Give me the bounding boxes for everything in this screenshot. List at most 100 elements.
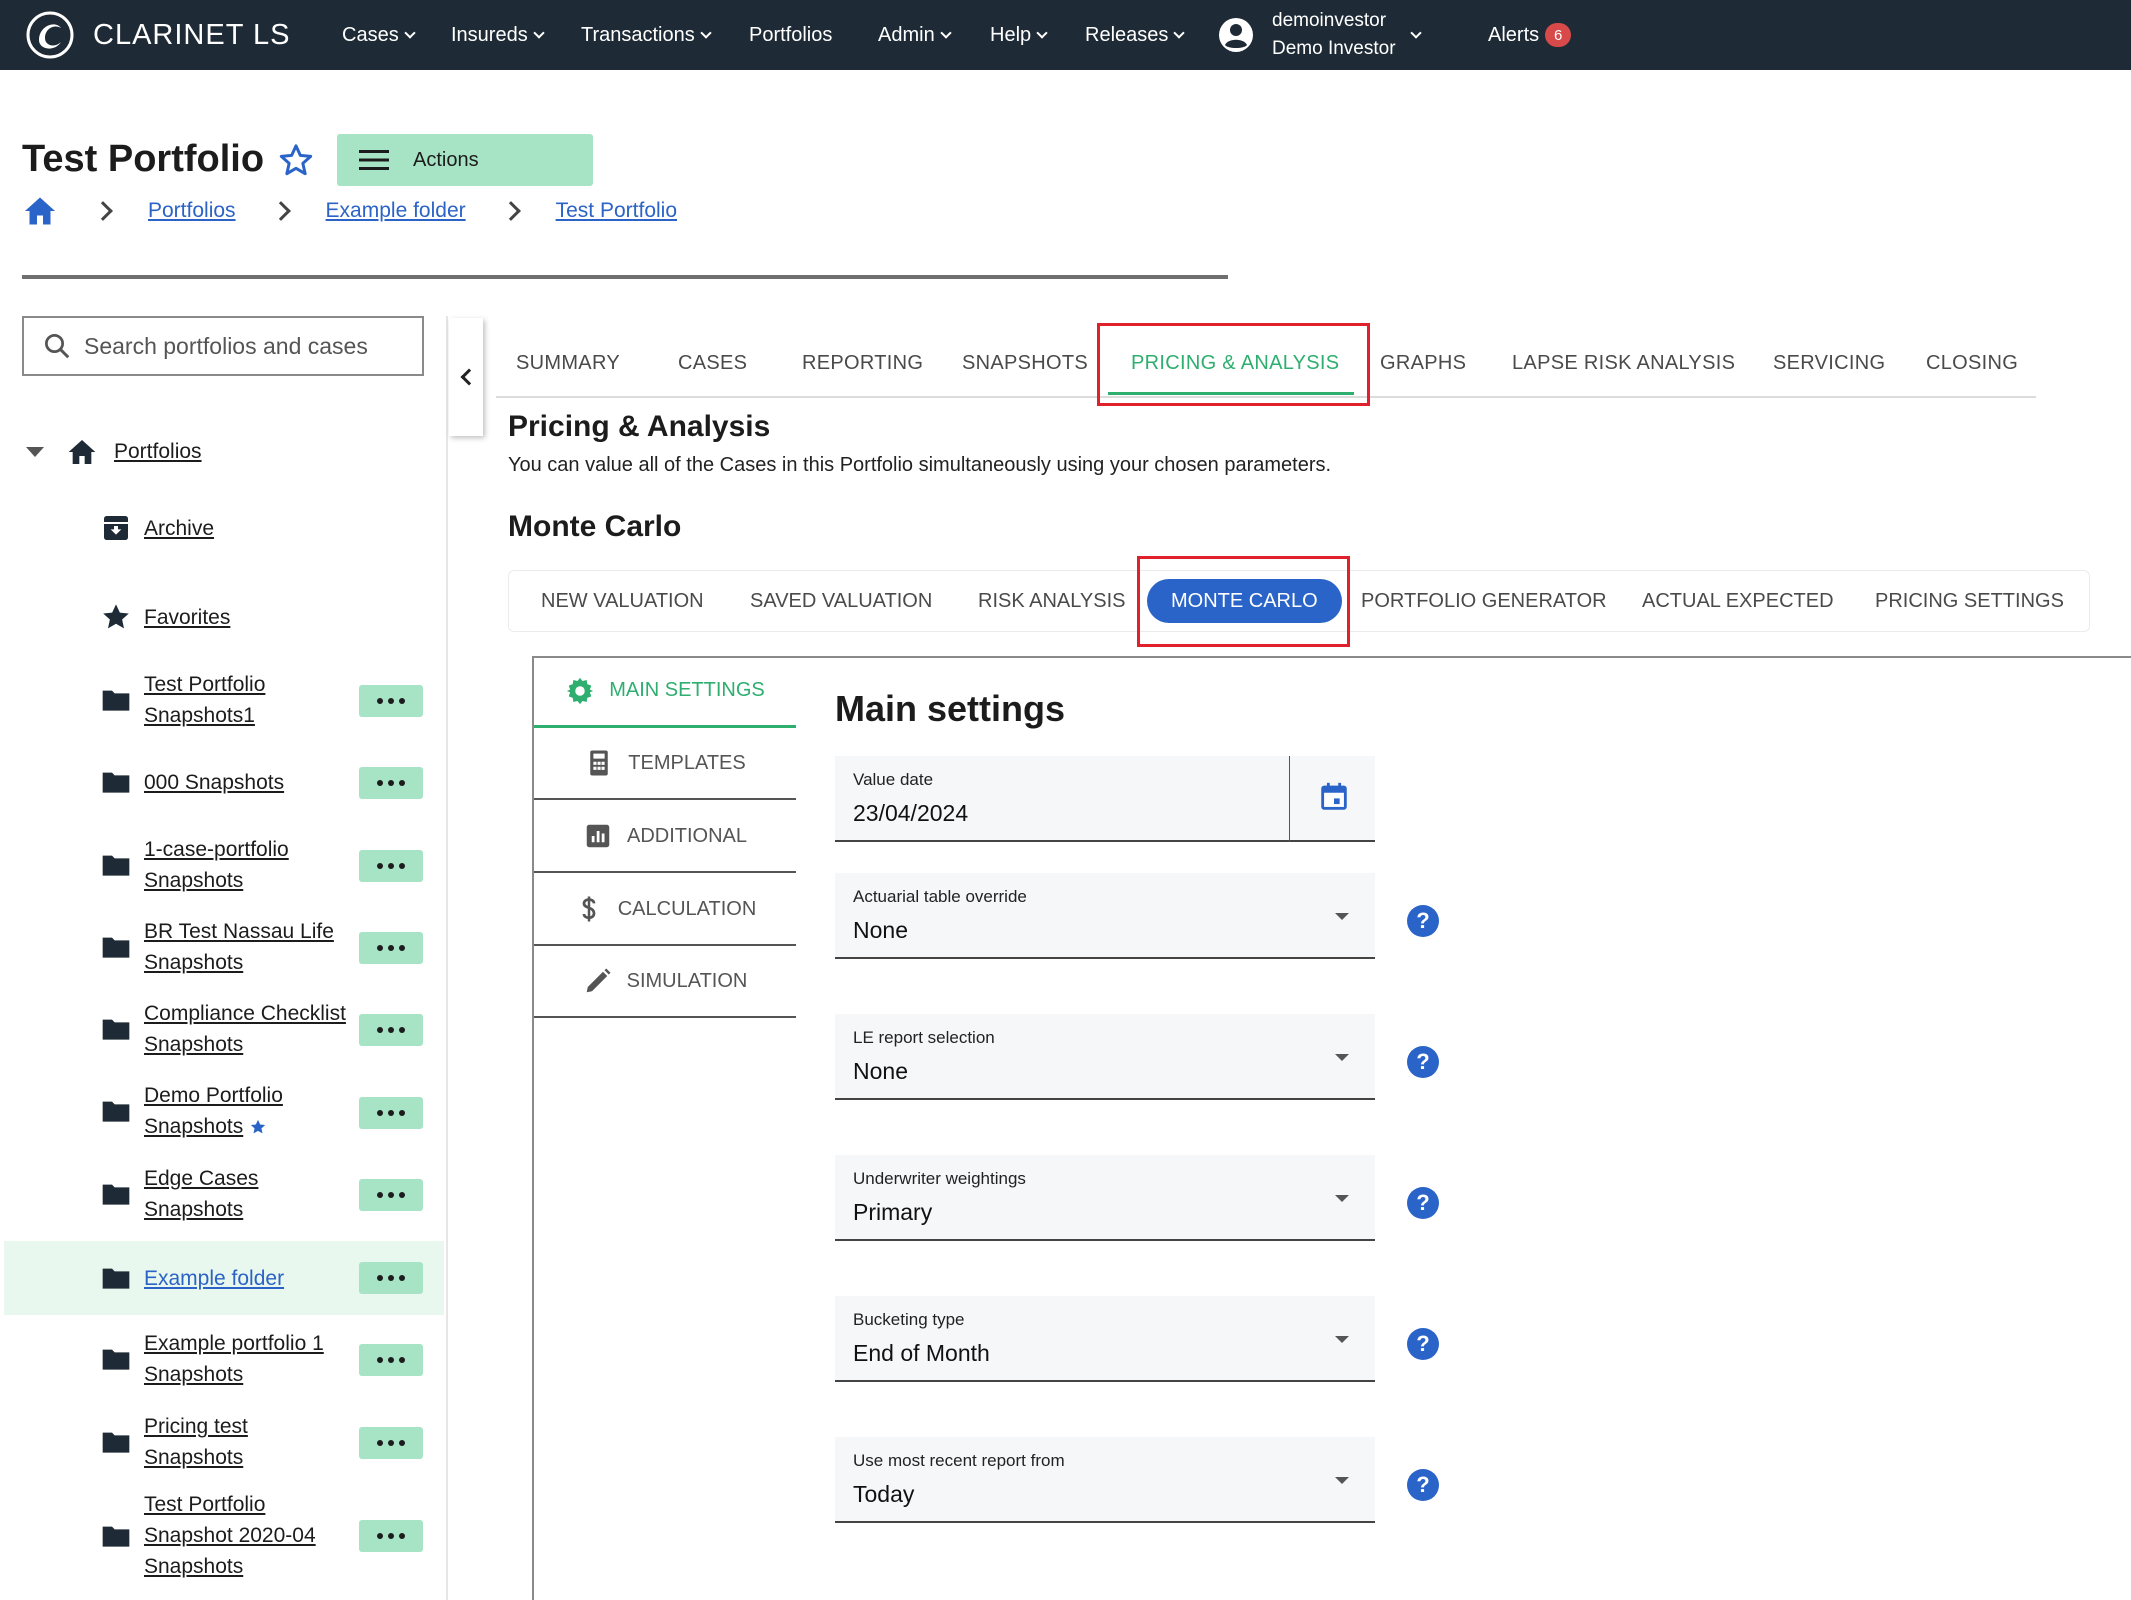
- tree-folder[interactable]: BR Test Nassau Life Snapshots: [100, 916, 334, 978]
- value-date-field[interactable]: Value date 23/04/2024: [835, 756, 1375, 842]
- folder-more-button[interactable]: [359, 1097, 423, 1129]
- subtab-saved-valuation[interactable]: SAVED VALUATION: [750, 571, 932, 631]
- folder-more-button[interactable]: [359, 767, 423, 799]
- chevron-down-icon: [700, 26, 712, 39]
- chevron-down-icon: [1409, 26, 1422, 39]
- folder-more-button[interactable]: [359, 1520, 423, 1552]
- calendar-icon[interactable]: [1317, 780, 1351, 814]
- search-input[interactable]: [84, 332, 414, 360]
- brand[interactable]: CLARINET LS: [25, 10, 290, 60]
- vtab-simulation[interactable]: SIMULATION: [534, 946, 796, 1018]
- section-description: You can value all of the Cases in this P…: [508, 454, 1332, 476]
- subtab-portfolio-generator[interactable]: PORTFOLIO GENERATOR: [1361, 571, 1607, 631]
- tab-closing[interactable]: CLOSING: [1926, 330, 2018, 396]
- nav-transactions[interactable]: Transactions: [581, 0, 712, 70]
- nav-insureds[interactable]: Insureds: [451, 0, 545, 70]
- expand-triangle-icon: [26, 447, 44, 457]
- folder-more-button[interactable]: [359, 1179, 423, 1211]
- folder-more-button[interactable]: [359, 932, 423, 964]
- folder-icon: [102, 1268, 130, 1289]
- help-icon[interactable]: ?: [1407, 1187, 1439, 1219]
- folder-line: Test Portfolio: [144, 673, 266, 696]
- dropdown-arrow-icon: [1335, 1054, 1349, 1061]
- vtab-calculation[interactable]: CALCULATION: [534, 874, 796, 946]
- le-report-selection-select[interactable]: LE report selection None: [835, 1014, 1375, 1100]
- nav-help[interactable]: Help: [990, 0, 1048, 70]
- highlight-box-monte-carlo: [1137, 556, 1350, 647]
- tree-folder[interactable]: 1-case-portfolio Snapshots: [100, 834, 289, 896]
- tree-folder[interactable]: 000 Snapshots: [100, 766, 284, 798]
- user-info: demoinvestor Demo Investor: [1272, 7, 1396, 63]
- folder-line: 1-case-portfolio: [144, 838, 289, 861]
- user-menu[interactable]: demoinvestor Demo Investor: [1218, 5, 1422, 65]
- tab-cases[interactable]: CASES: [678, 330, 747, 396]
- page-title: Test Portfolio: [22, 138, 265, 180]
- tab-servicing[interactable]: SERVICING: [1773, 330, 1885, 396]
- nav-cases[interactable]: Cases: [342, 0, 416, 70]
- tab-graphs[interactable]: GRAPHS: [1380, 330, 1466, 396]
- subtab-risk-analysis[interactable]: RISK ANALYSIS: [978, 571, 1125, 631]
- tree-folder[interactable]: Test Portfolio Snapshots1: [100, 669, 265, 731]
- tree-folder[interactable]: Compliance Checklist Snapshots: [100, 998, 346, 1060]
- field-value: None: [853, 1058, 908, 1084]
- sidebar-divider: [446, 316, 448, 1600]
- folder-more-button[interactable]: [359, 1427, 423, 1459]
- use-most-recent-report-select[interactable]: Use most recent report from Today: [835, 1437, 1375, 1523]
- tree-item-favorites[interactable]: Favorites: [100, 601, 230, 633]
- star-outline-icon[interactable]: [276, 140, 316, 180]
- vtab-additional[interactable]: ADDITIONAL: [534, 801, 796, 873]
- folder-line: Snapshot 2020-04: [144, 1524, 316, 1547]
- folder-more-button[interactable]: [359, 1262, 423, 1294]
- tree-folder[interactable]: Example portfolio 1 Snapshots: [100, 1328, 324, 1390]
- actions-button[interactable]: Actions: [337, 134, 593, 186]
- tab-summary[interactable]: SUMMARY: [516, 330, 620, 396]
- folder-more-button[interactable]: [359, 1014, 423, 1046]
- chevron-down-icon: [404, 26, 416, 39]
- actuarial-table-override-select[interactable]: Actuarial table override None: [835, 873, 1375, 959]
- tab-reporting[interactable]: REPORTING: [802, 330, 923, 396]
- nav-portfolios[interactable]: Portfolios: [749, 0, 832, 70]
- folder-icon: [102, 772, 130, 793]
- underwriter-weightings-select[interactable]: Underwriter weightings Primary: [835, 1155, 1375, 1241]
- tree-folder[interactable]: Demo Portfolio Snapshots: [100, 1080, 283, 1142]
- vtab-main-settings[interactable]: MAIN SETTINGS: [534, 656, 796, 728]
- help-icon[interactable]: ?: [1407, 1046, 1439, 1078]
- home-icon[interactable]: [22, 193, 58, 229]
- help-icon[interactable]: ?: [1407, 905, 1439, 937]
- collapse-sidebar-button[interactable]: [449, 318, 483, 436]
- tree-folder[interactable]: Pricing test Snapshots: [100, 1411, 248, 1473]
- breadcrumb-test-portfolio[interactable]: Test Portfolio: [556, 199, 677, 223]
- tree-folder[interactable]: Test Portfolio Snapshot 2020-04 Snapshots: [100, 1489, 316, 1582]
- tree-folder[interactable]: Edge Cases Snapshots: [100, 1163, 258, 1225]
- nav-admin[interactable]: Admin: [878, 0, 952, 70]
- tab-lapse-risk-analysis[interactable]: LAPSE RISK ANALYSIS: [1512, 330, 1735, 396]
- alerts-link[interactable]: Alerts 6: [1488, 0, 1572, 70]
- folder-line: Snapshots: [144, 1198, 244, 1221]
- help-icon[interactable]: ?: [1407, 1469, 1439, 1501]
- breadcrumb-example-folder[interactable]: Example folder: [326, 199, 466, 223]
- folder-line: Demo Portfolio: [144, 1084, 283, 1107]
- subtab-pricing-settings[interactable]: PRICING SETTINGS: [1875, 571, 2064, 631]
- folder-line: Edge Cases: [144, 1167, 259, 1190]
- folder-more-button[interactable]: [359, 850, 423, 882]
- breadcrumb-portfolios[interactable]: Portfolios: [148, 199, 236, 223]
- folder-line: Snapshots: [144, 1363, 244, 1386]
- subtab-new-valuation[interactable]: NEW VALUATION: [541, 571, 704, 631]
- folder-more-button[interactable]: [359, 1344, 423, 1376]
- chevron-down-icon: [533, 26, 545, 39]
- tree-item-archive[interactable]: Archive: [100, 512, 214, 544]
- star-icon: [251, 1120, 266, 1134]
- actions-label: Actions: [413, 148, 479, 171]
- tree-folder-selected[interactable]: Example folder: [100, 1262, 284, 1294]
- bucketing-type-select[interactable]: Bucketing type End of Month: [835, 1296, 1375, 1382]
- subtab-actual-expected[interactable]: ACTUAL EXPECTED: [1642, 571, 1834, 631]
- help-icon[interactable]: ?: [1407, 1328, 1439, 1360]
- folder-more-button[interactable]: [359, 685, 423, 717]
- nav-admin-label: Admin: [878, 23, 935, 46]
- nav-releases[interactable]: Releases: [1085, 0, 1186, 70]
- folder-line: Example folder: [144, 1266, 285, 1290]
- field-label: Use most recent report from: [853, 1451, 1065, 1470]
- tab-snapshots[interactable]: SNAPSHOTS: [962, 330, 1088, 396]
- tree-root-portfolios[interactable]: Portfolios: [26, 430, 202, 474]
- vtab-templates[interactable]: TEMPLATES: [534, 728, 796, 800]
